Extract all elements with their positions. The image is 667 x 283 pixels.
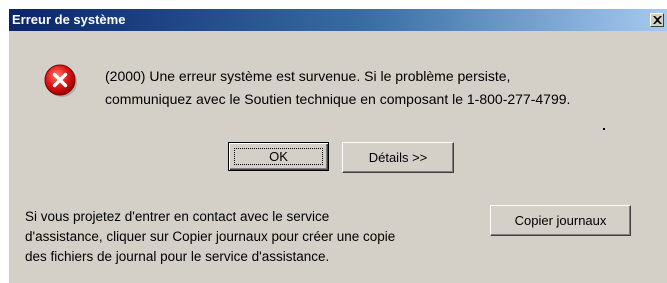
error-message: (2000) Une erreur système est survenue. … xyxy=(105,65,570,111)
ok-button-label: OK xyxy=(269,149,288,164)
close-icon xyxy=(653,16,662,24)
error-message-line: (2000) Une erreur système est survenue. … xyxy=(105,68,511,84)
support-info-line: d'assistance, cliquer sur Copier journau… xyxy=(25,229,396,244)
stray-dot xyxy=(603,128,605,130)
title-bar[interactable]: Erreur de système xyxy=(9,9,667,31)
support-info-text: Si vous projetez d'entrer en contact ave… xyxy=(25,207,395,267)
support-info-line: Si vous projetez d'entrer en contact ave… xyxy=(25,209,330,224)
ok-button[interactable]: OK xyxy=(228,142,329,171)
error-icon xyxy=(44,64,78,103)
error-message-line: communiquez avec le Soutien technique en… xyxy=(105,91,571,107)
error-dialog: Erreur de système (2000) Une erreur syst… xyxy=(8,8,667,283)
close-button[interactable] xyxy=(650,13,664,27)
details-button[interactable]: Détails >> xyxy=(342,142,454,173)
window-title: Erreur de système xyxy=(12,12,126,27)
support-info-line: des fichiers de journal pour le service … xyxy=(25,249,330,264)
copy-logs-button[interactable]: Copier journaux xyxy=(490,205,631,236)
